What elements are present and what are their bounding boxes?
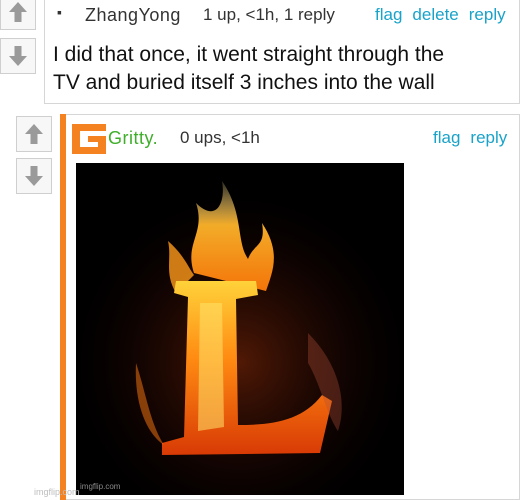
delete-link[interactable]: delete: [412, 5, 458, 24]
reply-link[interactable]: reply: [469, 5, 506, 24]
username-link[interactable]: ZhangYong: [85, 5, 181, 26]
down-arrow-icon: [9, 46, 27, 66]
comment-text-line-1: I did that once, it went straight throug…: [53, 43, 445, 66]
vote-column-comment2: [16, 116, 54, 200]
vote-column-comment1: [0, 0, 38, 80]
comment-image[interactable]: imgflip.com: [76, 163, 404, 495]
gritty-logo-icon: [72, 124, 106, 154]
up-arrow-icon: [9, 1, 27, 22]
comment-actions: flag reply: [433, 128, 507, 148]
username-link[interactable]: Gritty.: [108, 128, 158, 149]
comment-1: ▪ ZhangYong 1 up, <1h, 1 reply flag delet…: [44, 0, 520, 104]
comment-meta: 1 up, <1h, 1 reply: [203, 5, 335, 24]
flaming-letter-l-image: imgflip.com: [76, 163, 404, 495]
bullet-icon: ▪: [57, 4, 62, 20]
upvote-button[interactable]: [16, 116, 52, 152]
downvote-button[interactable]: [16, 158, 52, 194]
up-arrow-icon: [25, 124, 43, 144]
image-watermark: imgflip.com: [80, 482, 121, 491]
comment-2: Gritty. 0 ups, <1h flag reply imgflip.co…: [66, 114, 520, 500]
upvote-button[interactable]: [0, 0, 36, 30]
reply-link[interactable]: reply: [470, 128, 507, 147]
page-watermark: imgflip.com: [34, 487, 80, 497]
comment-meta: 0 ups, <1h: [180, 128, 260, 147]
down-arrow-icon: [25, 166, 43, 186]
flag-link[interactable]: flag: [433, 128, 460, 147]
downvote-button[interactable]: [0, 38, 36, 74]
flag-link[interactable]: flag: [375, 5, 402, 24]
comment-text-line-2: TV and buried itself 3 inches into the w…: [53, 71, 435, 94]
comment-actions: flag delete reply: [375, 5, 506, 25]
